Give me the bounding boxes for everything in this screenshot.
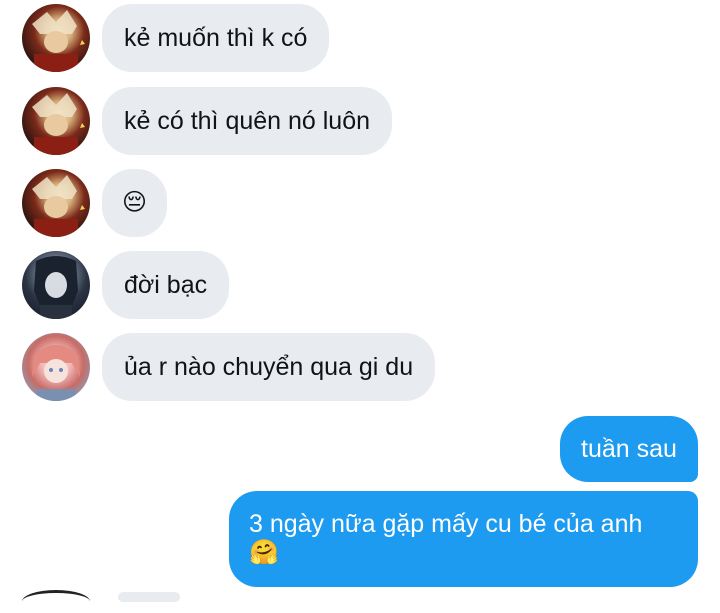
avatar[interactable]	[22, 251, 90, 319]
avatar[interactable]	[22, 333, 90, 401]
message-bubble-incoming[interactable]: kẻ có thì quên nó luôn	[102, 87, 393, 155]
avatar-image-icon	[32, 175, 85, 237]
message-text: kẻ muốn thì k có	[124, 24, 308, 52]
avatar[interactable]	[22, 590, 90, 613]
message-text: kẻ có thì quên nó luôn	[124, 107, 371, 135]
avatar-image-icon	[34, 256, 78, 319]
message-bubble-outgoing[interactable]: 3 ngày nữa gặp mấy cu bé của anh 🤗	[229, 491, 698, 587]
avatar-image-icon	[32, 345, 80, 401]
message-bubble-incoming[interactable]: đời bạc	[102, 251, 230, 319]
message-bubble-incoming[interactable]	[118, 592, 180, 602]
message-text: đời bạc	[124, 271, 208, 299]
avatar[interactable]	[22, 4, 90, 72]
pensive-face-icon: 😔	[122, 189, 148, 216]
message-text: ủa r nào chuyển qua gi du	[124, 353, 414, 381]
message-bubble-incoming[interactable]: ủa r nào chuyển qua gi du	[102, 333, 436, 401]
avatar-image-icon	[32, 10, 85, 72]
message-text: 3 ngày nữa gặp mấy cu bé của anh	[249, 510, 643, 538]
message-bubble-incoming[interactable]: kẻ muốn thì k có	[102, 4, 330, 72]
message-text: tuần sau	[581, 435, 677, 463]
avatar-image-icon	[32, 93, 85, 155]
avatar[interactable]	[22, 87, 90, 155]
message-bubble-incoming[interactable]: 😔	[102, 169, 168, 237]
avatar[interactable]	[22, 169, 90, 237]
hugging-face-icon: 🤗	[249, 539, 279, 566]
message-bubble-outgoing[interactable]: tuần sau	[560, 416, 698, 482]
